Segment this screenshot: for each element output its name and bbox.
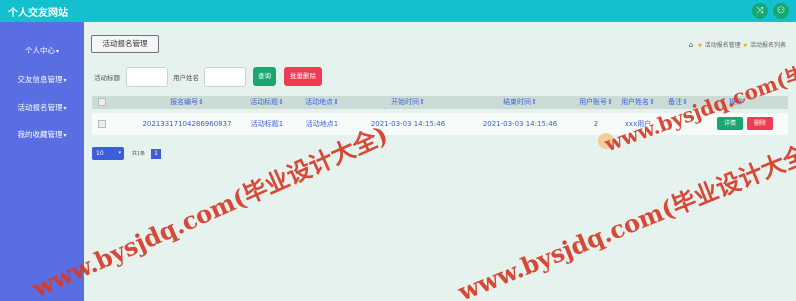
column-header[interactable]: 开始时间⇕ bbox=[352, 96, 464, 109]
tab-activity-signup[interactable]: 活动报名管理 bbox=[91, 35, 159, 53]
sidebar-item-label: 个人中心 bbox=[24, 46, 55, 55]
site-title: 个人交友网站 bbox=[8, 8, 68, 19]
end-time-cell: 2021-03-03 14:15:46 bbox=[482, 120, 558, 128]
detail-button[interactable]: 详情 bbox=[717, 117, 743, 130]
sidebar: 个人中心▾ 交友信息管理▾ 活动报名管理▾ 我的收藏管理▾ bbox=[0, 22, 84, 301]
signup-id-cell: 20213317104286960837 bbox=[142, 120, 232, 128]
sidebar-item-favorites[interactable]: 我的收藏管理▾ bbox=[0, 129, 84, 140]
column-header[interactable]: 结束时间⇕ bbox=[464, 96, 576, 109]
table-row: 20213317104286960837 活动标题1 活动地点1 2021-03… bbox=[92, 113, 788, 135]
sidebar-item-label: 我的收藏管理 bbox=[17, 130, 63, 139]
activity-title-cell: 活动标题1 bbox=[250, 120, 284, 128]
delete-button[interactable]: 删除 bbox=[747, 117, 773, 130]
batch-delete-button[interactable]: 批量删除 bbox=[284, 67, 322, 86]
star-icon: ★ bbox=[742, 42, 748, 49]
column-header[interactable]: 用户账号⇕ bbox=[576, 96, 616, 109]
sidebar-item-dating-info[interactable]: 交友信息管理▾ bbox=[0, 74, 84, 85]
chevron-down-icon: ▾ bbox=[118, 150, 121, 156]
column-header[interactable]: 用户姓名⇕ bbox=[616, 96, 660, 109]
sidebar-item-label: 活动报名管理 bbox=[17, 103, 63, 112]
chevron-down-icon: ▾ bbox=[63, 77, 67, 84]
star-icon: ★ bbox=[697, 42, 703, 49]
activity-title-input[interactable] bbox=[126, 67, 168, 87]
main-content: 活动报名管理 ⌂ ★ 活动报名管理 ★ 活动报名列表 活动标题 用户姓名 查询 批量删除… bbox=[84, 22, 796, 301]
total-count: 共1条 bbox=[132, 151, 146, 157]
sidebar-item-label: 交友信息管理 bbox=[17, 75, 63, 84]
table-header: 报名编号⇕ 活动标题⇕ 活动地点⇕ 开始时间⇕ 结束时间⇕ 用户账号⇕ 用户姓名… bbox=[92, 96, 788, 109]
column-header[interactable]: 备注⇕ bbox=[660, 96, 696, 109]
top-bar: 个人交友网站 ⤨ ⚇ bbox=[0, 0, 796, 22]
user-name-input[interactable] bbox=[204, 67, 246, 87]
page-number-button[interactable]: 1 bbox=[151, 149, 161, 159]
user-account-cell: 2 bbox=[593, 120, 599, 128]
sidebar-item-personal-center[interactable]: 个人中心▾ bbox=[0, 45, 84, 56]
chevron-down-icon: ▾ bbox=[55, 48, 59, 55]
activity-title-label: 活动标题 bbox=[94, 74, 120, 82]
search-button[interactable]: 查询 bbox=[253, 67, 276, 86]
select-all-checkbox[interactable] bbox=[98, 98, 106, 106]
home-icon[interactable]: ⌂ bbox=[689, 41, 693, 49]
user-name-cell: xxx用户 bbox=[624, 120, 652, 128]
location-cell: 活动地点1 bbox=[305, 120, 339, 128]
breadcrumb-item: 活动报名列表 bbox=[749, 42, 786, 49]
mouse-cursor-highlight bbox=[598, 133, 614, 149]
column-header[interactable]: 活动标题⇕ bbox=[242, 96, 292, 109]
chevron-down-icon: ▾ bbox=[63, 105, 67, 112]
breadcrumb: ⌂ ★ 活动报名管理 ★ 活动报名列表 bbox=[689, 40, 786, 49]
sidebar-item-activity-signup[interactable]: 活动报名管理▾ bbox=[0, 102, 84, 113]
user-name-label: 用户姓名 bbox=[173, 74, 199, 82]
start-time-cell: 2021-03-03 14:15:46 bbox=[370, 120, 446, 128]
fullscreen-icon[interactable]: ⤨ bbox=[752, 3, 768, 19]
column-header[interactable]: 报名编号⇕ bbox=[132, 96, 242, 109]
remark-cell bbox=[660, 113, 696, 135]
column-header: 操作 bbox=[729, 98, 743, 106]
page-size-select[interactable]: 10 ▾ bbox=[92, 147, 124, 160]
user-icon[interactable]: ⚇ bbox=[773, 3, 789, 19]
row-checkbox[interactable] bbox=[98, 120, 106, 128]
chevron-down-icon: ▾ bbox=[63, 132, 67, 139]
breadcrumb-item[interactable]: 活动报名管理 bbox=[705, 42, 741, 49]
column-header[interactable]: 活动地点⇕ bbox=[292, 96, 352, 109]
